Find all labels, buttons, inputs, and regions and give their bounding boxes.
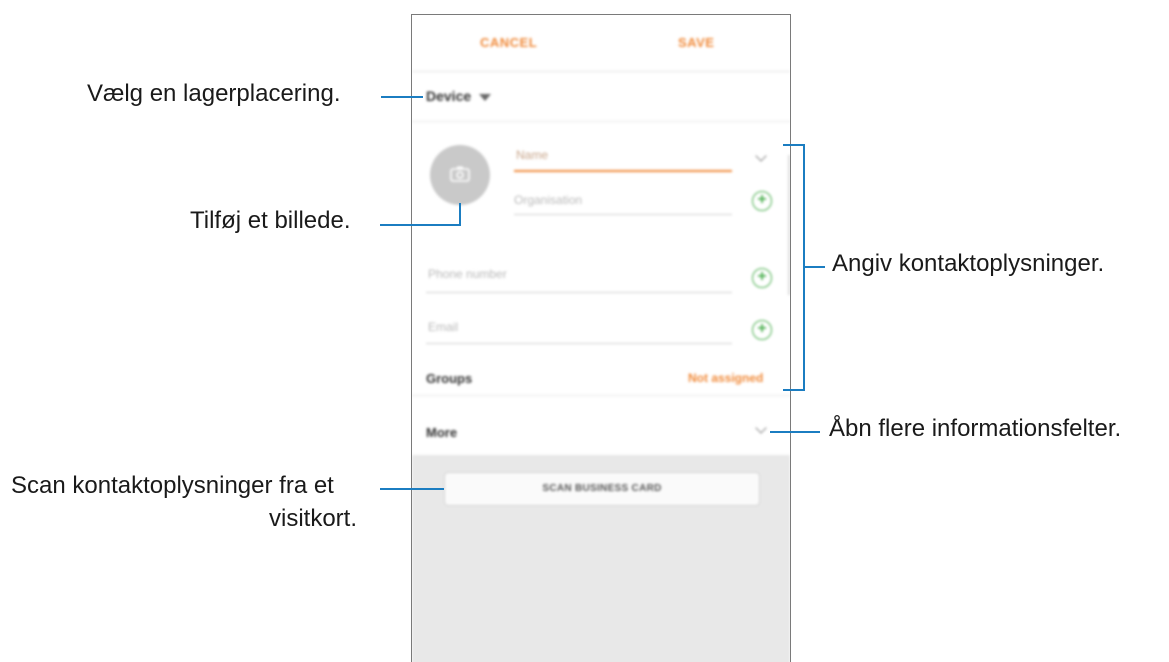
chevron-down-icon[interactable] bbox=[755, 150, 767, 162]
callout-line-more-fields bbox=[770, 431, 820, 433]
add-organisation-icon[interactable]: + bbox=[752, 191, 772, 211]
email-input[interactable]: Email bbox=[428, 320, 458, 334]
name-input[interactable]: Name bbox=[516, 148, 548, 162]
groups-label: Groups bbox=[426, 371, 473, 386]
organisation-underline bbox=[514, 214, 732, 215]
storage-location-selector[interactable]: Device bbox=[426, 88, 492, 104]
callout-bracket-bottom bbox=[783, 389, 805, 391]
callout-photo: Tilføj et billede. bbox=[190, 207, 351, 234]
divider bbox=[412, 121, 790, 122]
email-underline bbox=[426, 343, 732, 344]
callout-scan-line1: Scan kontaktoplysninger fra et bbox=[11, 472, 334, 499]
callout-line-scan bbox=[380, 488, 444, 490]
phone-underline bbox=[426, 292, 732, 293]
callout-line-storage bbox=[381, 96, 423, 98]
more-chevron-down-icon[interactable] bbox=[755, 422, 767, 434]
groups-value[interactable]: Not assigned bbox=[688, 371, 763, 385]
scan-business-card-button[interactable]: SCAN BUSINESS CARD bbox=[444, 472, 760, 506]
add-phone-icon[interactable]: + bbox=[752, 268, 772, 288]
scrollbar[interactable] bbox=[788, 155, 790, 295]
callout-more-fields: Åbn flere informationsfelter. bbox=[829, 415, 1122, 442]
phone-number-input[interactable]: Phone number bbox=[428, 267, 507, 281]
cancel-button[interactable]: CANCEL bbox=[480, 35, 537, 50]
more-label[interactable]: More bbox=[426, 425, 457, 440]
add-photo-button[interactable] bbox=[430, 145, 490, 205]
dropdown-triangle-icon bbox=[479, 93, 492, 101]
callout-line-photo-vertical bbox=[459, 203, 461, 226]
callout-line-photo bbox=[380, 224, 461, 226]
organisation-input[interactable]: Organisation bbox=[514, 193, 582, 207]
phone-screen: CANCEL SAVE Device Name Organisation + P… bbox=[411, 14, 791, 662]
divider bbox=[412, 395, 790, 396]
callout-line-contact-info bbox=[803, 266, 825, 268]
add-email-icon[interactable]: + bbox=[752, 320, 772, 340]
callout-contact-info: Angiv kontaktoplysninger. bbox=[832, 250, 1105, 277]
save-button[interactable]: SAVE bbox=[678, 35, 714, 50]
callout-bracket-top bbox=[783, 144, 805, 146]
callout-storage: Vælg en lagerplacering. bbox=[87, 80, 341, 107]
name-underline bbox=[514, 170, 732, 172]
camera-icon bbox=[450, 166, 470, 182]
top-bar: CANCEL SAVE bbox=[412, 15, 790, 72]
storage-location-label: Device bbox=[426, 88, 472, 104]
callout-scan-line2: visitkort. bbox=[269, 505, 358, 532]
